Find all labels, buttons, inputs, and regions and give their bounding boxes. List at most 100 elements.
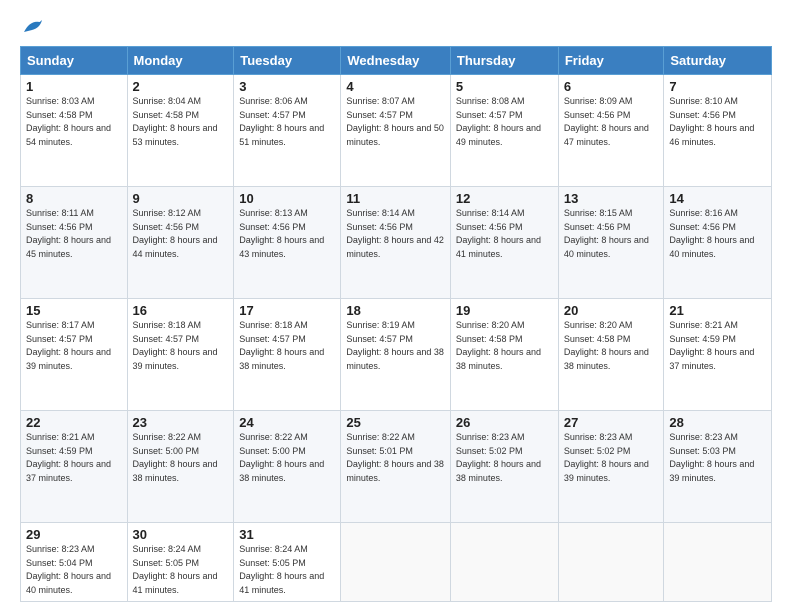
table-cell: 5 Sunrise: 8:08 AMSunset: 4:57 PMDaylight… <box>450 75 558 187</box>
col-tuesday: Tuesday <box>234 47 341 75</box>
day-number: 1 <box>26 79 122 94</box>
day-number: 11 <box>346 191 445 206</box>
day-number: 18 <box>346 303 445 318</box>
table-cell: 15 Sunrise: 8:17 AMSunset: 4:57 PMDayligh… <box>21 299 128 411</box>
day-info: Sunrise: 8:16 AMSunset: 4:56 PMDaylight:… <box>669 208 754 259</box>
table-cell: 24 Sunrise: 8:22 AMSunset: 5:00 PMDayligh… <box>234 411 341 523</box>
table-cell: 16 Sunrise: 8:18 AMSunset: 4:57 PMDayligh… <box>127 299 234 411</box>
table-row: 1 Sunrise: 8:03 AMSunset: 4:58 PMDaylight… <box>21 75 772 187</box>
day-number: 23 <box>133 415 229 430</box>
day-number: 14 <box>669 191 766 206</box>
table-row: 29 Sunrise: 8:23 AMSunset: 5:04 PMDayligh… <box>21 523 772 602</box>
day-info: Sunrise: 8:22 AMSunset: 5:00 PMDaylight:… <box>239 432 324 483</box>
table-cell: 9 Sunrise: 8:12 AMSunset: 4:56 PMDaylight… <box>127 187 234 299</box>
table-cell: 14 Sunrise: 8:16 AMSunset: 4:56 PMDayligh… <box>664 187 772 299</box>
table-cell: 27Sunrise: 8:23 AMSunset: 5:02 PMDayligh… <box>558 411 664 523</box>
day-number: 4 <box>346 79 445 94</box>
day-info: Sunrise: 8:18 AMSunset: 4:57 PMDaylight:… <box>133 320 218 371</box>
table-cell: 20Sunrise: 8:20 AMSunset: 4:58 PMDayligh… <box>558 299 664 411</box>
table-cell: 6 Sunrise: 8:09 AMSunset: 4:56 PMDaylight… <box>558 75 664 187</box>
day-info: Sunrise: 8:24 AMSunset: 5:05 PMDaylight:… <box>239 544 324 595</box>
day-info: Sunrise: 8:22 AMSunset: 5:00 PMDaylight:… <box>133 432 218 483</box>
day-info: Sunrise: 8:03 AMSunset: 4:58 PMDaylight:… <box>26 96 111 147</box>
day-number: 2 <box>133 79 229 94</box>
day-info: Sunrise: 8:09 AMSunset: 4:56 PMDaylight:… <box>564 96 649 147</box>
table-cell: 3 Sunrise: 8:06 AMSunset: 4:57 PMDaylight… <box>234 75 341 187</box>
table-cell: 1 Sunrise: 8:03 AMSunset: 4:58 PMDaylight… <box>21 75 128 187</box>
table-cell: 21Sunrise: 8:21 AMSunset: 4:59 PMDayligh… <box>664 299 772 411</box>
day-info: Sunrise: 8:22 AMSunset: 5:01 PMDaylight:… <box>346 432 444 483</box>
day-number: 28 <box>669 415 766 430</box>
day-number: 6 <box>564 79 659 94</box>
day-info: Sunrise: 8:20 AMSunset: 4:58 PMDaylight:… <box>456 320 541 371</box>
table-row: 15 Sunrise: 8:17 AMSunset: 4:57 PMDayligh… <box>21 299 772 411</box>
table-cell: 2 Sunrise: 8:04 AMSunset: 4:58 PMDaylight… <box>127 75 234 187</box>
day-number: 9 <box>133 191 229 206</box>
day-info: Sunrise: 8:14 AMSunset: 4:56 PMDaylight:… <box>456 208 541 259</box>
day-number: 26 <box>456 415 553 430</box>
table-cell: 4Sunrise: 8:07 AMSunset: 4:57 PMDaylight… <box>341 75 451 187</box>
logo-bird-icon <box>22 18 44 36</box>
day-info: Sunrise: 8:10 AMSunset: 4:56 PMDaylight:… <box>669 96 754 147</box>
table-cell <box>558 523 664 602</box>
logo-text <box>20 18 44 36</box>
table-row: 22Sunrise: 8:21 AMSunset: 4:59 PMDayligh… <box>21 411 772 523</box>
day-number: 17 <box>239 303 335 318</box>
day-info: Sunrise: 8:12 AMSunset: 4:56 PMDaylight:… <box>133 208 218 259</box>
day-number: 15 <box>26 303 122 318</box>
header-row: Sunday Monday Tuesday Wednesday Thursday… <box>21 47 772 75</box>
day-number: 16 <box>133 303 229 318</box>
day-info: Sunrise: 8:08 AMSunset: 4:57 PMDaylight:… <box>456 96 541 147</box>
day-info: Sunrise: 8:18 AMSunset: 4:57 PMDaylight:… <box>239 320 324 371</box>
day-number: 21 <box>669 303 766 318</box>
day-info: Sunrise: 8:14 AMSunset: 4:56 PMDaylight:… <box>346 208 444 259</box>
day-number: 12 <box>456 191 553 206</box>
table-cell: 18 Sunrise: 8:19 AMSunset: 4:57 PMDayligh… <box>341 299 451 411</box>
col-sunday: Sunday <box>21 47 128 75</box>
logo <box>20 18 44 36</box>
day-number: 27 <box>564 415 659 430</box>
table-cell: 17 Sunrise: 8:18 AMSunset: 4:57 PMDayligh… <box>234 299 341 411</box>
day-info: Sunrise: 8:04 AMSunset: 4:58 PMDaylight:… <box>133 96 218 147</box>
col-monday: Monday <box>127 47 234 75</box>
day-number: 10 <box>239 191 335 206</box>
table-cell <box>341 523 451 602</box>
day-number: 24 <box>239 415 335 430</box>
day-info: Sunrise: 8:23 AMSunset: 5:04 PMDaylight:… <box>26 544 111 595</box>
day-number: 3 <box>239 79 335 94</box>
calendar-table: Sunday Monday Tuesday Wednesday Thursday… <box>20 46 772 602</box>
day-number: 31 <box>239 527 335 542</box>
table-cell: 25 Sunrise: 8:22 AMSunset: 5:01 PMDayligh… <box>341 411 451 523</box>
table-cell: 29 Sunrise: 8:23 AMSunset: 5:04 PMDayligh… <box>21 523 128 602</box>
day-info: Sunrise: 8:23 AMSunset: 5:02 PMDaylight:… <box>456 432 541 483</box>
day-info: Sunrise: 8:20 AMSunset: 4:58 PMDaylight:… <box>564 320 649 371</box>
table-cell <box>450 523 558 602</box>
day-number: 30 <box>133 527 229 542</box>
day-number: 25 <box>346 415 445 430</box>
day-info: Sunrise: 8:11 AMSunset: 4:56 PMDaylight:… <box>26 208 111 259</box>
day-number: 5 <box>456 79 553 94</box>
table-cell: 7 Sunrise: 8:10 AMSunset: 4:56 PMDaylight… <box>664 75 772 187</box>
day-number: 19 <box>456 303 553 318</box>
header <box>20 18 772 36</box>
table-cell: 12 Sunrise: 8:14 AMSunset: 4:56 PMDayligh… <box>450 187 558 299</box>
day-number: 29 <box>26 527 122 542</box>
table-cell: 31 Sunrise: 8:24 AMSunset: 5:05 PMDayligh… <box>234 523 341 602</box>
table-cell: 8 Sunrise: 8:11 AMSunset: 4:56 PMDaylight… <box>21 187 128 299</box>
day-info: Sunrise: 8:19 AMSunset: 4:57 PMDaylight:… <box>346 320 444 371</box>
day-info: Sunrise: 8:17 AMSunset: 4:57 PMDaylight:… <box>26 320 111 371</box>
table-row: 8 Sunrise: 8:11 AMSunset: 4:56 PMDaylight… <box>21 187 772 299</box>
day-info: Sunrise: 8:13 AMSunset: 4:56 PMDaylight:… <box>239 208 324 259</box>
day-number: 8 <box>26 191 122 206</box>
table-cell: 19 Sunrise: 8:20 AMSunset: 4:58 PMDayligh… <box>450 299 558 411</box>
table-cell: 26 Sunrise: 8:23 AMSunset: 5:02 PMDayligh… <box>450 411 558 523</box>
table-cell: 11 Sunrise: 8:14 AMSunset: 4:56 PMDayligh… <box>341 187 451 299</box>
day-number: 7 <box>669 79 766 94</box>
table-cell: 22Sunrise: 8:21 AMSunset: 4:59 PMDayligh… <box>21 411 128 523</box>
col-friday: Friday <box>558 47 664 75</box>
table-cell <box>664 523 772 602</box>
day-number: 22 <box>26 415 122 430</box>
day-info: Sunrise: 8:06 AMSunset: 4:57 PMDaylight:… <box>239 96 324 147</box>
col-saturday: Saturday <box>664 47 772 75</box>
day-number: 13 <box>564 191 659 206</box>
